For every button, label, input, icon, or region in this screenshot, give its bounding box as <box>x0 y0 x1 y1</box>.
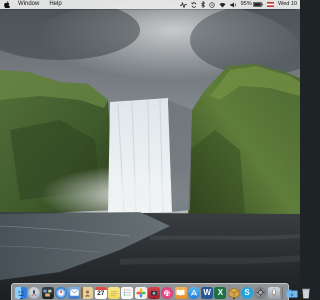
menu-clock[interactable]: Wed 10 <box>278 0 297 9</box>
calendar-day: 27 <box>97 290 105 297</box>
desktop-wallpaper <box>0 0 300 300</box>
contacts-icon[interactable] <box>81 286 94 299</box>
trash-icon[interactable] <box>300 287 312 299</box>
sync-icon[interactable] <box>190 0 197 9</box>
bluetooth-icon[interactable] <box>200 0 205 9</box>
dock: 27 W X S <box>11 283 310 300</box>
apple-icon[interactable] <box>0 0 13 9</box>
notes-icon[interactable] <box>108 286 121 299</box>
timemachine-icon[interactable] <box>209 0 215 9</box>
battery-percent: 95% <box>240 1 252 7</box>
skype-letter: S <box>244 287 250 297</box>
battery-status[interactable]: 95% <box>241 0 264 9</box>
mission-control-icon[interactable] <box>41 286 54 299</box>
skype-icon[interactable]: S <box>241 286 254 299</box>
battery-icon <box>253 2 263 7</box>
app-store-icon[interactable] <box>187 286 200 299</box>
activity-icon[interactable] <box>179 0 187 9</box>
photos-icon[interactable] <box>134 286 147 299</box>
dock-separator <box>282 286 284 299</box>
launchpad-icon[interactable] <box>28 286 41 299</box>
menu-item-window[interactable]: Window <box>13 0 44 9</box>
menu-bar-extras: 95% Wed 10 <box>179 0 300 9</box>
excel-letter: X <box>217 287 224 297</box>
virtualbox-icon[interactable] <box>228 286 240 299</box>
ibooks-icon[interactable] <box>174 286 187 299</box>
menu-bar: Window Help 95% Wed 10 <box>0 0 300 9</box>
flag-icon[interactable] <box>267 0 275 9</box>
itunes-icon[interactable] <box>161 286 174 299</box>
photo-booth-icon[interactable] <box>147 286 160 299</box>
mail-icon[interactable] <box>68 286 81 299</box>
volume-icon[interactable] <box>230 0 237 9</box>
word-icon[interactable]: W <box>201 286 214 299</box>
menu-bar-left: Window Help <box>0 0 67 9</box>
excel-icon[interactable]: X <box>214 286 227 299</box>
calendar-icon[interactable]: 27 <box>94 286 107 299</box>
reminders-icon[interactable] <box>121 286 134 299</box>
wifi-icon[interactable] <box>219 0 226 9</box>
finder-icon[interactable] <box>15 286 27 299</box>
menu-item-help[interactable]: Help <box>44 0 66 9</box>
dock-items: 27 W X S <box>15 286 312 300</box>
word-letter: W <box>203 287 211 297</box>
safari-icon[interactable] <box>54 286 67 299</box>
rocket-icon[interactable] <box>267 286 280 299</box>
folder-icon[interactable] <box>286 287 298 299</box>
gear-icon[interactable] <box>254 286 267 299</box>
